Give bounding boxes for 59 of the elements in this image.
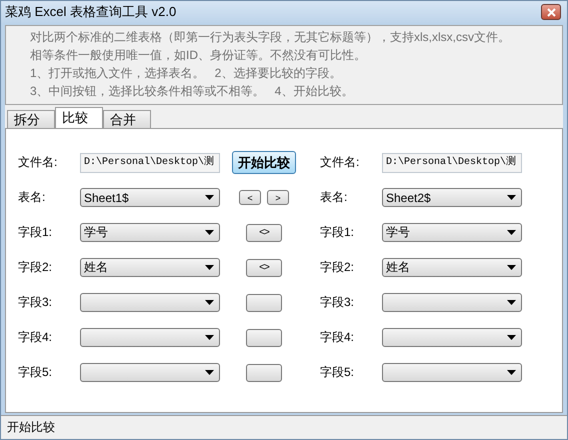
caret-icon <box>205 335 214 340</box>
dropdown[interactable] <box>80 363 220 382</box>
dropdown[interactable]: 学号 <box>80 223 220 242</box>
nav-button[interactable]: > <box>267 190 289 205</box>
close-icon <box>546 8 556 16</box>
field-label: 字段1: <box>18 224 54 241</box>
field-label: 文件名: <box>320 154 360 171</box>
instruction-text: 对比两个标准的二维表格（即第一行为表头字段，无其它标题等），支持xls,xlsx,csv文件。 <box>30 30 511 45</box>
caret-icon <box>205 300 214 305</box>
field-label: 字段2: <box>320 259 356 276</box>
field-label: 字段2: <box>18 259 54 276</box>
caret-icon <box>507 335 516 340</box>
field-label: 字段5: <box>18 364 54 381</box>
status-text: 开始比较 <box>7 420 55 434</box>
tab[interactable]: 合并 <box>103 110 151 128</box>
dropdown[interactable]: 姓名 <box>382 258 522 277</box>
caret-icon <box>205 230 214 235</box>
caret-icon <box>507 265 516 270</box>
field-label: 字段1: <box>320 224 356 241</box>
operator-button[interactable]: <> <box>246 258 282 276</box>
dropdown[interactable]: Sheet1$ <box>80 188 220 207</box>
field-label: 字段3: <box>320 294 356 311</box>
nav-button[interactable]: < <box>239 190 261 205</box>
window-title: 菜鸡 Excel 表格查询工具 v2.0 <box>5 3 176 21</box>
dropdown[interactable]: Sheet2$ <box>382 188 522 207</box>
dropdown[interactable]: 学号 <box>382 223 522 242</box>
instruction-text: 相等条件一般使用唯一值，如ID、身份证等。不然没有可比性。 <box>30 48 367 63</box>
instruction-text: 1、打开或拖入文件，选择表名。 2、选择要比较的字段。 <box>30 66 342 81</box>
dropdown[interactable]: 姓名 <box>80 258 220 277</box>
caret-icon <box>205 195 214 200</box>
caret-icon <box>507 370 516 375</box>
field-label: 字段4: <box>18 329 54 346</box>
field-label: 文件名: <box>18 154 58 171</box>
file-path-field[interactable]: D:\Personal\Desktop\测 <box>382 152 522 172</box>
tab[interactable]: 拆分 <box>7 110 55 128</box>
field-label: 表名: <box>18 189 46 206</box>
field-label: 字段5: <box>320 364 356 381</box>
caret-icon <box>507 195 516 200</box>
dropdown[interactable] <box>80 328 220 347</box>
tab[interactable]: 比较 <box>55 107 103 128</box>
start-compare-button[interactable]: 开始比较 <box>232 151 296 174</box>
dropdown[interactable] <box>382 363 522 382</box>
field-label: 表名: <box>320 189 348 206</box>
dropdown[interactable] <box>382 293 522 312</box>
file-path-field[interactable]: D:\Personal\Desktop\测 <box>80 152 220 172</box>
operator-button[interactable] <box>246 328 282 346</box>
close-button[interactable] <box>541 4 561 20</box>
instruction-text: 3、中间按钮，选择比较条件相等或不相等。 4、开始比较。 <box>30 84 354 99</box>
operator-button[interactable] <box>246 364 282 382</box>
field-label: 字段3: <box>18 294 54 311</box>
caret-icon <box>205 370 214 375</box>
caret-icon <box>205 265 214 270</box>
dropdown[interactable] <box>80 293 220 312</box>
field-label: 字段4: <box>320 329 356 346</box>
caret-icon <box>507 300 516 305</box>
operator-button[interactable] <box>246 294 282 312</box>
caret-icon <box>507 230 516 235</box>
dropdown[interactable] <box>382 328 522 347</box>
operator-button[interactable]: <> <box>246 224 282 242</box>
